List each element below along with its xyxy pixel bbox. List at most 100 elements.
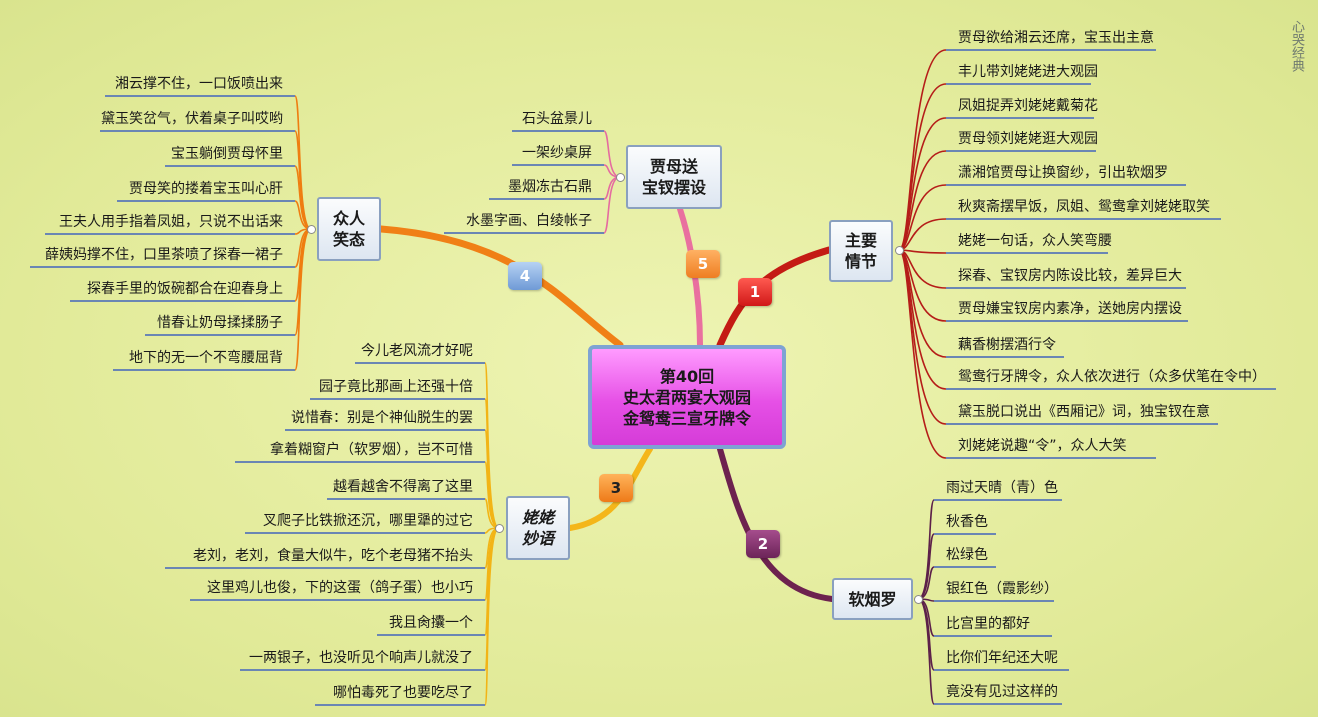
- leaf-b3-3[interactable]: 说惜春：别是个神仙脱生的罢: [291, 409, 473, 427]
- leaf-underline: [934, 600, 1054, 602]
- badge-5: 5: [686, 250, 720, 278]
- leaf-b4-4[interactable]: 贾母笑的搂着宝玉叫心肝: [129, 180, 283, 198]
- leaf-b4-5[interactable]: 王夫人用手指着凤姐，只说不出话来: [59, 213, 283, 231]
- leaf-b3-5[interactable]: 越看越舍不得离了这里: [333, 478, 473, 496]
- leaf-b1-4[interactable]: 贾母领刘姥姥逛大观园: [958, 130, 1098, 148]
- leaf-connector: [898, 150, 947, 251]
- badge-3: 3: [599, 474, 633, 502]
- leaf-b3-9[interactable]: 我且肏攮一个: [389, 614, 473, 632]
- leaf-connector: [898, 184, 947, 251]
- mind-map-canvas: 心哭经典 第40回 史太君两宴大观园 金鸳鸯三宣牙牌令 主要 情节 软烟罗 姥姥…: [0, 0, 1318, 717]
- leaf-underline: [285, 429, 485, 431]
- leaf-b2-7[interactable]: 竟没有见过这样的: [946, 683, 1058, 701]
- leaf-b3-8[interactable]: 这里鸡儿也俊，下的这蛋（鸽子蛋）也小巧: [207, 579, 473, 597]
- topic-laughing-crowd[interactable]: 众人 笑态: [317, 197, 381, 261]
- badge-4: 4: [508, 262, 542, 290]
- leaf-b1-5[interactable]: 潇湘馆贾母让换窗纱，引出软烟罗: [958, 164, 1168, 182]
- leaf-underline: [946, 117, 1094, 119]
- leaf-connector: [917, 533, 935, 600]
- leaf-underline: [934, 566, 996, 568]
- leaf-underline: [310, 398, 485, 400]
- leaf-underline: [377, 634, 485, 636]
- leaf-underline: [946, 356, 1064, 358]
- leaf-underline: [934, 669, 1069, 671]
- leaf-b4-2[interactable]: 黛玉笑岔气，伏着桌子叫哎哟: [101, 110, 283, 128]
- leaf-b1-1[interactable]: 贾母欲给湘云还席，宝玉出主意: [958, 29, 1154, 47]
- leaf-b4-6[interactable]: 薛姨妈撑不住，口里茶喷了探春一裙子: [45, 246, 283, 264]
- leaf-underline: [165, 165, 295, 167]
- leaf-underline: [45, 233, 295, 235]
- leaf-b2-3[interactable]: 松绿色: [946, 546, 988, 564]
- leaf-b1-2[interactable]: 丰儿带刘姥姥进大观园: [958, 63, 1098, 81]
- leaf-underline: [355, 362, 485, 364]
- central-topic[interactable]: 第40回 史太君两宴大观园 金鸳鸯三宣牙牌令: [588, 345, 786, 449]
- leaf-b1-12[interactable]: 黛玉脱口说出《西厢记》词，独宝钗在意: [958, 403, 1210, 421]
- leaf-b3-2[interactable]: 园子竟比那画上还强十倍: [319, 378, 473, 396]
- leaf-b1-3[interactable]: 凤姐捉弄刘姥姥戴菊花: [958, 97, 1098, 115]
- leaf-b5-4[interactable]: 水墨字画、白绫帐子: [466, 212, 592, 230]
- leaf-b1-9[interactable]: 贾母嫌宝钗房内素净，送她房内摆设: [958, 300, 1182, 318]
- topic-main-plot[interactable]: 主要 情节: [829, 220, 893, 282]
- leaf-b3-6[interactable]: 叉爬子比铁掀还沉，哪里犟的过它: [263, 512, 473, 530]
- branch-connector-4: [377, 225, 624, 349]
- leaf-b2-1[interactable]: 雨过天晴（青）色: [946, 479, 1058, 497]
- leaf-b3-10[interactable]: 一两银子，也没听见个响声儿就没了: [249, 649, 473, 667]
- leaf-b4-8[interactable]: 惜春让奶母揉揉肠子: [157, 314, 283, 332]
- leaf-b1-6[interactable]: 秋爽斋摆早饭，凤姐、鸳鸯拿刘姥姥取笑: [958, 198, 1210, 216]
- leaf-underline: [70, 300, 295, 302]
- collapse-toggle-1[interactable]: [895, 246, 904, 255]
- leaf-underline: [327, 498, 485, 500]
- central-line-2: 史太君两宴大观园: [622, 387, 751, 407]
- leaf-underline: [512, 164, 604, 166]
- leaf-b5-1[interactable]: 石头盆景儿: [522, 110, 592, 128]
- leaf-b1-13[interactable]: 刘姥姥说趣“令”，众人大笑: [958, 437, 1127, 455]
- leaf-b3-4[interactable]: 拿着糊窗户（软罗烟），岂不可惜: [270, 441, 473, 459]
- leaf-b3-7[interactable]: 老刘，老刘，食量大似牛，吃个老母猪不抬头: [193, 547, 473, 565]
- leaf-underline: [240, 669, 485, 671]
- central-line-1: 第40回: [659, 366, 715, 386]
- leaf-connector: [603, 176, 621, 234]
- leaf-b4-7[interactable]: 探春手里的饭碗都合在迎春身上: [87, 280, 283, 298]
- topic-gifts-to-baochai[interactable]: 贾母送 宝钗摆设: [626, 145, 722, 209]
- leaf-b2-6[interactable]: 比你们年纪还大呢: [946, 649, 1058, 667]
- collapse-toggle-3[interactable]: [495, 524, 504, 533]
- collapse-toggle-5[interactable]: [616, 173, 625, 182]
- leaf-underline: [512, 130, 604, 132]
- leaf-b2-2[interactable]: 秋香色: [946, 513, 988, 531]
- leaf-b5-2[interactable]: 一架纱桌屏: [522, 144, 592, 162]
- leaf-b4-3[interactable]: 宝玉躺倒贾母怀里: [171, 145, 283, 163]
- leaf-underline: [245, 532, 485, 534]
- leaf-b4-9[interactable]: 地下的无一个不弯腰屈背: [129, 349, 283, 367]
- leaf-b2-4[interactable]: 银红色（霞影纱）: [946, 580, 1058, 598]
- leaf-underline: [934, 533, 996, 535]
- leaf-underline: [946, 184, 1186, 186]
- leaf-b1-10[interactable]: 藕香榭摆酒行令: [958, 336, 1056, 354]
- leaf-b1-7[interactable]: 姥姥一句话，众人笑弯腰: [958, 232, 1112, 250]
- leaf-underline: [145, 334, 295, 336]
- leaf-b2-5[interactable]: 比宫里的都好: [946, 615, 1030, 633]
- leaf-underline: [315, 704, 485, 706]
- leaf-underline: [946, 218, 1221, 220]
- branch-connector-2: [717, 446, 835, 602]
- leaf-underline: [235, 461, 485, 463]
- leaf-b1-11[interactable]: 鸳鸯行牙牌令，众人依次进行（众多伏笔在令中）: [958, 368, 1266, 386]
- badge-1: 1: [738, 278, 772, 306]
- leaf-b1-8[interactable]: 探春、宝钗房内陈设比较，差异巨大: [958, 267, 1182, 285]
- leaf-b3-11[interactable]: 哪怕毒死了也要吃尽了: [333, 684, 473, 702]
- topic-soft-gauze[interactable]: 软烟罗: [832, 578, 913, 620]
- leaf-b4-1[interactable]: 湘云撑不住，一口饭喷出来: [115, 75, 283, 93]
- leaf-underline: [105, 95, 295, 97]
- leaf-b3-1[interactable]: 今儿老风流才好呢: [361, 342, 473, 360]
- leaf-underline: [444, 232, 604, 234]
- collapse-toggle-4[interactable]: [307, 225, 316, 234]
- leaf-underline: [946, 83, 1091, 85]
- leaf-b5-3[interactable]: 墨烟冻古石鼎: [508, 178, 592, 196]
- leaf-underline: [946, 457, 1156, 459]
- leaf-underline: [946, 49, 1156, 51]
- leaf-underline: [934, 635, 1052, 637]
- topic-grandma-quotes[interactable]: 姥姥 妙语: [506, 496, 570, 560]
- leaf-connector: [294, 228, 312, 371]
- central-line-3: 金鸳鸯三宣牙牌令: [622, 408, 751, 428]
- leaf-underline: [946, 388, 1276, 390]
- collapse-toggle-2[interactable]: [914, 595, 923, 604]
